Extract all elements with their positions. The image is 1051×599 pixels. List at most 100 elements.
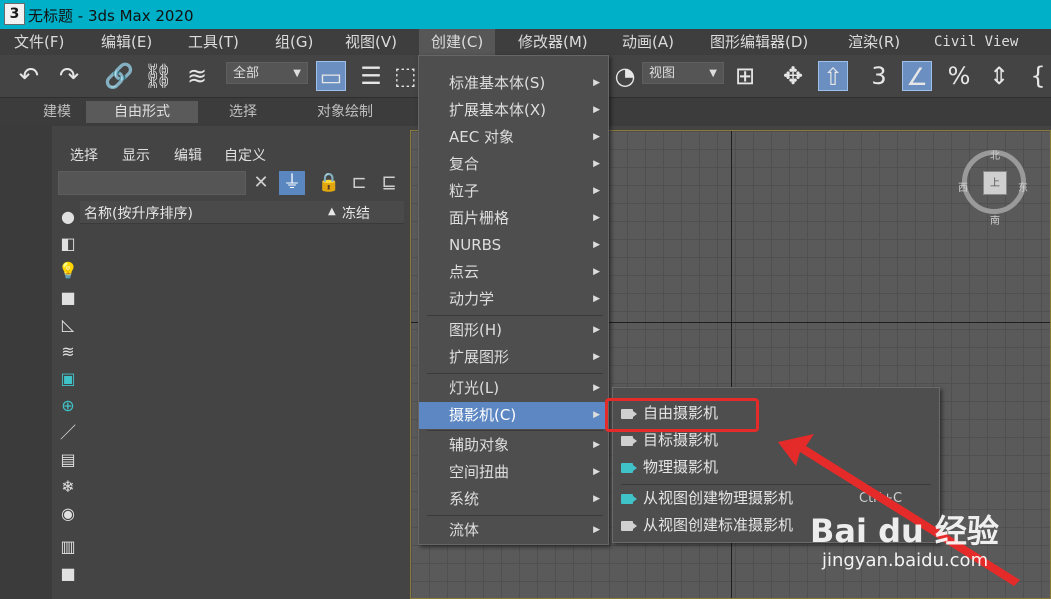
menu-item-systems[interactable]: 系统 ▶ <box>419 486 608 513</box>
search-input[interactable] <box>58 171 246 195</box>
menu-modifiers[interactable]: 修改器(M) <box>518 29 588 55</box>
submenu-arrow-icon: ▶ <box>593 132 600 142</box>
select-object-icon[interactable]: ▭ <box>316 61 346 91</box>
cameras-icon[interactable]: ■ <box>58 288 78 308</box>
compass-south: 南 <box>990 216 1000 227</box>
geometry-icon[interactable]: ● <box>58 207 78 227</box>
sort-up-icon: ▲ <box>328 206 336 217</box>
lights-icon[interactable]: 💡 <box>58 261 78 281</box>
xrefs-icon[interactable]: ⊕ <box>58 396 78 416</box>
tab-object-paint[interactable]: 对象绘制 <box>300 101 390 123</box>
containers-icon[interactable]: ▤ <box>58 450 78 470</box>
tab-modeling[interactable]: 建模 <box>18 101 96 123</box>
menu-graph-editors[interactable]: 图形编辑器(D) <box>710 29 808 55</box>
named-selection-icon[interactable]: { <box>1026 61 1050 91</box>
column-name[interactable]: 名称(按升序排序) <box>84 203 193 223</box>
shapes-icon[interactable]: ◧ <box>58 234 78 254</box>
compass-west: 西 <box>958 183 968 194</box>
menu-separator <box>427 430 603 431</box>
submenu-arrow-icon: ▶ <box>593 267 600 277</box>
menu-separator <box>427 515 603 516</box>
reference-coord-dropdown[interactable]: 视图 ▼ <box>642 62 724 84</box>
menu-item-standard-primitives[interactable]: 标准基本体(S) ▶ <box>419 70 608 97</box>
select-by-name-icon[interactable]: ☰ <box>356 61 386 91</box>
explorer-tab-edit[interactable]: 编辑 <box>174 145 202 165</box>
clear-search-icon[interactable]: ✕ <box>248 171 274 195</box>
viewcube-face[interactable]: 上 <box>983 171 1007 195</box>
menu-item-particles[interactable]: 粒子 ▶ <box>419 178 608 205</box>
menu-animation[interactable]: 动画(A) <box>622 29 674 55</box>
tab-selection[interactable]: 选择 <box>200 101 286 123</box>
watermark-url: jingyan.baidu.com <box>822 550 989 571</box>
spinner-snap-icon[interactable]: ⇕ <box>984 61 1014 91</box>
explorer-tab-display[interactable]: 显示 <box>122 145 150 165</box>
menu-civil-view[interactable]: Civil View <box>934 29 1018 55</box>
explorer-header: 名称(按升序排序) ▲ 冻结 <box>80 201 404 224</box>
menu-item-extended-primitives[interactable]: 扩展基本体(X) ▶ <box>419 97 608 124</box>
angle-snap-icon[interactable]: ∠ <box>902 61 932 91</box>
helpers-icon[interactable]: ◺ <box>58 315 78 335</box>
reference-coord-value: 视图 <box>649 66 676 81</box>
menu-file[interactable]: 文件(F) <box>14 29 64 55</box>
physical-camera-icon <box>621 463 637 473</box>
menu-item-aec-objects[interactable]: AEC 对象 ▶ <box>419 124 608 151</box>
menu-item-shapes[interactable]: 图形(H) ▶ <box>419 317 608 344</box>
menu-item-cameras[interactable]: 摄影机(C) ▶ <box>419 402 608 429</box>
menu-group[interactable]: 组(G) <box>275 29 313 55</box>
create-menu: 标准基本体(S) ▶ 扩展基本体(X) ▶ AEC 对象 ▶ 复合 ▶ 粒子 ▶ 面片栅格… <box>418 55 609 545</box>
frozen-icon[interactable]: ❄ <box>58 477 78 497</box>
menu-view[interactable]: 视图(V) <box>345 29 397 55</box>
submenu-arrow-icon: ▶ <box>593 78 600 88</box>
select-rotate-icon[interactable]: ◔ <box>610 61 640 91</box>
tab-freeform[interactable]: 自由形式 <box>86 101 198 123</box>
percent-snap-icon[interactable]: % <box>944 61 974 91</box>
explorer-tab-select[interactable]: 选择 <box>70 145 98 165</box>
menu-item-compound[interactable]: 复合 ▶ <box>419 151 608 178</box>
hierarchy-icon[interactable]: ⊏ <box>346 171 372 195</box>
submenu-arrow-icon: ▶ <box>593 159 600 169</box>
select-manipulate-icon[interactable]: ✥ <box>778 61 808 91</box>
menu-item-patch-grids[interactable]: 面片栅格 ▶ <box>419 205 608 232</box>
redo-icon[interactable]: ↷ <box>54 61 84 91</box>
unlink-icon[interactable]: ⛓ <box>143 61 173 91</box>
submenu-arrow-icon: ▶ <box>593 494 600 504</box>
groups-icon[interactable]: ▣ <box>58 369 78 389</box>
menu-item-point-cloud[interactable]: 点云 ▶ <box>419 259 608 286</box>
snaps-toggle-icon[interactable]: 3 <box>864 61 894 91</box>
explorer-tab-customize[interactable]: 自定义 <box>224 145 266 165</box>
menu-item-space-warps[interactable]: 空间扭曲 ▶ <box>419 459 608 486</box>
menu-item-helpers[interactable]: 辅助对象 ▶ <box>419 432 608 459</box>
bones-icon[interactable]: ／ <box>58 423 78 443</box>
menu-item-fluids[interactable]: 流体 ▶ <box>419 517 608 544</box>
pivot-center-icon[interactable]: ⊞ <box>730 61 760 91</box>
layer-icon[interactable]: ⊑ <box>376 171 402 195</box>
menu-separator <box>427 315 603 316</box>
menu-rendering[interactable]: 渲染(R) <box>848 29 900 55</box>
menu-tools[interactable]: 工具(T) <box>188 29 239 55</box>
title-bar: 3 无标题 - 3ds Max 2020 <box>0 0 1051 29</box>
rectangular-region-icon[interactable]: ⬚ <box>394 61 417 91</box>
display-children-icon[interactable]: ■ <box>58 564 78 584</box>
menu-edit[interactable]: 编辑(E) <box>101 29 152 55</box>
menu-separator <box>427 373 603 374</box>
menu-item-lights[interactable]: 灯光(L) ▶ <box>419 375 608 402</box>
undo-icon[interactable]: ↶ <box>14 61 44 91</box>
menu-item-extended-shapes[interactable]: 扩展图形 ▶ <box>419 344 608 371</box>
keyboard-shortcut-override-icon[interactable]: ⇧ <box>818 61 848 91</box>
menu-item-dynamics[interactable]: 动力学 ▶ <box>419 286 608 313</box>
link-icon[interactable]: 🔗 <box>104 61 134 91</box>
hidden-icon[interactable]: ◉ <box>58 504 78 524</box>
column-frozen[interactable]: 冻结 <box>342 203 370 223</box>
lock-icon[interactable]: 🔒 <box>316 171 342 195</box>
filter-icon[interactable]: ⏚ <box>279 171 305 195</box>
layer-explorer-icon[interactable]: ▥ <box>58 537 78 557</box>
chevron-down-icon: ▼ <box>709 68 717 79</box>
selection-filter-dropdown[interactable]: 全部 ▼ <box>226 62 308 84</box>
bind-spacewarp-icon[interactable]: ≋ <box>182 61 212 91</box>
menu-bar: 文件(F) 编辑(E) 工具(T) 组(G) 视图(V) 创建(C) 修改器(M… <box>0 29 1051 55</box>
menu-item-nurbs[interactable]: NURBS ▶ <box>419 232 608 259</box>
submenu-arrow-icon: ▶ <box>593 467 600 477</box>
menu-create[interactable]: 创建(C) <box>419 29 496 55</box>
spacewarps-icon[interactable]: ≋ <box>58 342 78 362</box>
submenu-arrow-icon: ▶ <box>593 186 600 196</box>
